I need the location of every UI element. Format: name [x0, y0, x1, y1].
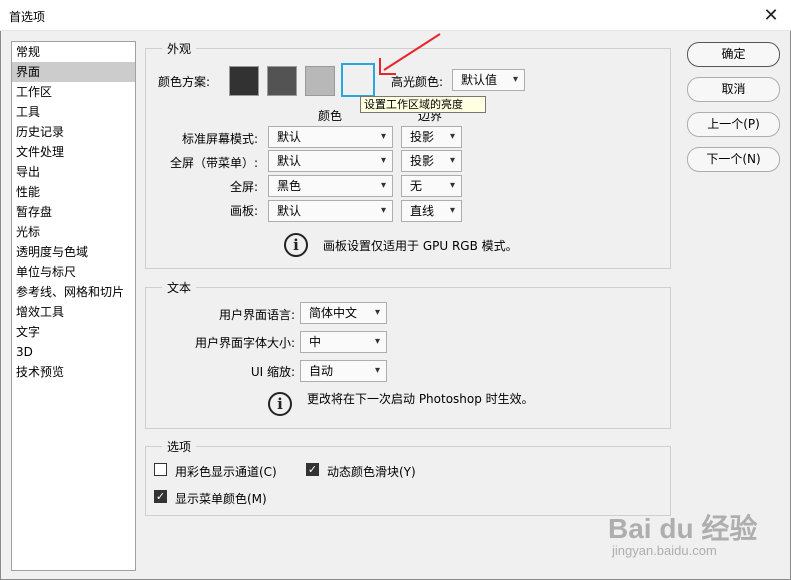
- std-screen-color-value: 默认: [277, 130, 302, 144]
- ui-scale-value: 自动: [309, 364, 334, 378]
- chevron-down-icon: ▾: [380, 131, 386, 142]
- ui-font-size-label: 用户界面字体大小:: [194, 336, 295, 350]
- artboard-color-value: 默认: [277, 204, 302, 218]
- highlight-color-select[interactable]: 默认值 ▾: [452, 69, 525, 91]
- sidebar-item-3d[interactable]: 3D: [12, 342, 135, 362]
- ok-button[interactable]: 确定: [687, 42, 780, 67]
- ui-font-size-select[interactable]: 中 ▾: [300, 331, 387, 353]
- sidebar-item-type[interactable]: 文字: [12, 322, 135, 342]
- chevron-down-icon: ▾: [512, 74, 518, 85]
- appearance-legend: 外观: [162, 40, 197, 57]
- std-screen-mode-label: 标准屏幕模式:: [181, 132, 258, 146]
- previous-button[interactable]: 上一个(P): [687, 112, 780, 137]
- sidebar-item-file-handling[interactable]: 文件处理: [12, 142, 135, 162]
- sidebar-item-scratch-disks[interactable]: 暂存盘: [12, 202, 135, 222]
- color-channels-label[interactable]: 用彩色显示通道(C): [175, 463, 277, 480]
- preferences-category-list[interactable]: 常规 界面 工作区 工具 历史记录 文件处理 导出 性能 暂存盘 光标 透明度与…: [11, 41, 136, 571]
- fullscreen-border-select[interactable]: 无 ▾: [401, 175, 462, 197]
- title-bar: 首选项 ✕: [0, 0, 791, 31]
- menu-colors-checkbox[interactable]: ✓: [154, 490, 167, 503]
- chevron-down-icon: ▾: [449, 205, 455, 216]
- chevron-down-icon: ▾: [380, 180, 386, 191]
- ui-font-size-value: 中: [309, 335, 322, 349]
- std-screen-border-select[interactable]: 投影 ▾: [401, 126, 462, 148]
- color-scheme-swatch-dark[interactable]: [267, 66, 297, 96]
- artboard-border-select[interactable]: 直线 ▾: [401, 200, 462, 222]
- artboard-info-text: 画板设置仅适用于 GPU RGB 模式。: [323, 239, 518, 253]
- chevron-down-icon: ▾: [380, 205, 386, 216]
- chevron-down-icon: ▾: [374, 365, 380, 376]
- fullscreen-menu-label: 全屏（带菜单）:: [169, 156, 258, 170]
- ui-scale-label: UI 缩放:: [250, 365, 295, 379]
- window-title: 首选项: [9, 10, 46, 24]
- text-legend: 文本: [162, 279, 197, 296]
- color-scheme-swatch-light[interactable]: [305, 66, 335, 96]
- tooltip: 设置工作区域的亮度: [360, 96, 486, 113]
- sidebar-item-cursors[interactable]: 光标: [12, 222, 135, 242]
- watermark-url: jingyan.baidu.com: [612, 543, 717, 558]
- baidu-watermark: Bai du 经验 jingyan.baidu.com: [608, 507, 758, 567]
- sidebar-item-tech-previews[interactable]: 技术预览: [12, 362, 135, 382]
- menu-colors-label[interactable]: 显示菜单颜色(M): [175, 490, 267, 507]
- fullscreen-menu-color-select[interactable]: 默认 ▾: [268, 150, 393, 172]
- chevron-down-icon: ▾: [380, 155, 386, 166]
- chevron-down-icon: ▾: [374, 336, 380, 347]
- ui-language-select[interactable]: 简体中文 ▾: [300, 302, 387, 324]
- sidebar-item-interface[interactable]: 界面: [12, 62, 135, 82]
- color-scheme-label: 颜色方案:: [158, 75, 211, 89]
- sidebar-item-history[interactable]: 历史记录: [12, 122, 135, 142]
- options-legend: 选项: [162, 438, 197, 455]
- dynamic-sliders-checkbox[interactable]: ✓: [306, 463, 319, 476]
- chevron-down-icon: ▾: [449, 131, 455, 142]
- restart-info-text: 更改将在下一次启动 Photoshop 时生效。: [307, 392, 534, 406]
- std-screen-border-value: 投影: [410, 130, 435, 144]
- info-icon: i: [284, 233, 308, 257]
- sidebar-item-transparency[interactable]: 透明度与色域: [12, 242, 135, 262]
- ui-scale-select[interactable]: 自动 ▾: [300, 360, 387, 382]
- column-header-color: 颜色: [318, 109, 343, 123]
- sidebar-item-guides-grid[interactable]: 参考线、网格和切片: [12, 282, 135, 302]
- fullscreen-menu-border-select[interactable]: 投影 ▾: [401, 150, 462, 172]
- sidebar-item-general[interactable]: 常规: [12, 42, 135, 62]
- watermark-logo-text: Bai du 经验: [608, 513, 758, 544]
- chevron-down-icon: ▾: [449, 155, 455, 166]
- sidebar-item-workspace[interactable]: 工作区: [12, 82, 135, 102]
- highlight-color-value: 默认值: [461, 73, 498, 87]
- sidebar-item-performance[interactable]: 性能: [12, 182, 135, 202]
- ui-language-value: 简体中文: [309, 306, 358, 320]
- sidebar-item-units-rulers[interactable]: 单位与标尺: [12, 262, 135, 282]
- fullscreen-label: 全屏:: [229, 180, 258, 194]
- artboard-label: 画板:: [229, 204, 258, 218]
- artboard-border-value: 直线: [410, 204, 435, 218]
- fullscreen-menu-color-value: 默认: [277, 154, 302, 168]
- next-button[interactable]: 下一个(N): [687, 147, 780, 172]
- color-scheme-swatch-darkest[interactable]: [229, 66, 259, 96]
- std-screen-color-select[interactable]: 默认 ▾: [268, 126, 393, 148]
- ui-language-label: 用户界面语言:: [218, 308, 295, 322]
- annotation-arrow-icon: [379, 33, 441, 75]
- fullscreen-color-value: 黑色: [277, 179, 302, 193]
- fullscreen-menu-border-value: 投影: [410, 154, 435, 168]
- fullscreen-color-select[interactable]: 黑色 ▾: [268, 175, 393, 197]
- close-icon[interactable]: ✕: [751, 0, 791, 31]
- sidebar-item-plugins[interactable]: 增效工具: [12, 302, 135, 322]
- chevron-down-icon: ▾: [374, 307, 380, 318]
- sidebar-item-export[interactable]: 导出: [12, 162, 135, 182]
- artboard-color-select[interactable]: 默认 ▾: [268, 200, 393, 222]
- sidebar-item-tools[interactable]: 工具: [12, 102, 135, 122]
- color-channels-checkbox[interactable]: [154, 463, 167, 476]
- fullscreen-border-value: 无: [410, 179, 423, 193]
- info-icon: i: [268, 392, 292, 416]
- dynamic-sliders-label[interactable]: 动态颜色滑块(Y): [327, 463, 416, 480]
- chevron-down-icon: ▾: [449, 180, 455, 191]
- cancel-button[interactable]: 取消: [687, 77, 780, 102]
